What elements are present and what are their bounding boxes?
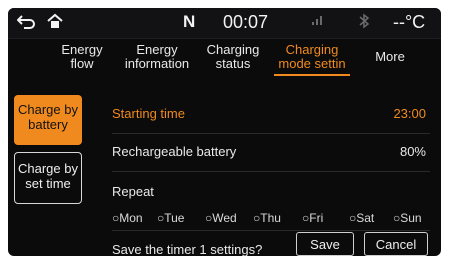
tab-energy-information[interactable]: Energy information [118, 43, 196, 71]
tab-label-line2: information [124, 56, 190, 71]
starting-time-label: Starting time [112, 106, 185, 121]
status-bar: N 00:07 --°C [8, 8, 441, 39]
tab-bar: Energy flow Energy information Charging … [8, 39, 441, 83]
divider [112, 133, 430, 134]
tab-charging-mode-settings[interactable]: Charging mode settin [274, 42, 350, 76]
tab-energy-flow[interactable]: Energy flow [52, 43, 112, 71]
day-option-sat[interactable]: ○Sat [349, 211, 374, 225]
tab-label-line1: Energy [61, 42, 103, 57]
signal-icon [311, 14, 325, 29]
tab-label-line2: flow [70, 56, 94, 71]
rechargeable-battery-row[interactable]: Rechargeable battery 80% [112, 136, 430, 166]
charge-by-set-time-button[interactable]: Charge by set time [14, 152, 82, 204]
bluetooth-icon-svg [359, 13, 370, 29]
back-arrow-icon-svg [16, 15, 35, 29]
tab-more[interactable]: More [366, 50, 414, 64]
day-option-wed[interactable]: ○Wed [205, 211, 237, 225]
charge-by-battery-button[interactable]: Charge by battery [14, 95, 82, 145]
home-icon-svg [47, 13, 63, 28]
tab-label-line2: mode settin [278, 56, 346, 71]
side-label-line2: set time [25, 176, 71, 191]
save-question-text: Save the timer 1 settings? [112, 242, 263, 256]
repeat-label: Repeat [112, 184, 154, 199]
vehicle-screen: N 00:07 --°C Energy flow Energy informat… [8, 8, 441, 256]
active-tab-underline [274, 74, 350, 76]
day-option-sun[interactable]: ○Sun [393, 211, 422, 225]
clock: 00:07 [223, 12, 269, 32]
cancel-button[interactable]: Cancel [364, 232, 428, 256]
save-button[interactable]: Save [296, 232, 354, 256]
tab-charging-status[interactable]: Charging status [202, 43, 264, 71]
home-icon[interactable] [46, 13, 64, 34]
bluetooth-icon [358, 13, 370, 32]
side-label-line1: Charge by [18, 161, 78, 176]
tab-label-line1: Energy [136, 42, 178, 57]
starting-time-value: 23:00 [393, 106, 426, 121]
starting-time-row[interactable]: Starting time 23:00 [112, 98, 430, 128]
day-option-tue[interactable]: ○Tue [157, 211, 184, 225]
tab-label-line1: Charging [285, 42, 339, 57]
day-option-mon[interactable]: ○Mon [112, 211, 143, 225]
day-option-fri[interactable]: ○Fri [302, 211, 323, 225]
day-option-thu[interactable]: ○Thu [253, 211, 281, 225]
tab-label-line2: status [215, 56, 251, 71]
tab-label-line1: Charging [206, 42, 260, 57]
divider [112, 230, 430, 231]
back-arrow-icon[interactable] [16, 13, 35, 34]
side-label-line2: battery [28, 117, 68, 132]
repeat-days: ○Mon ○Tue ○Wed ○Thu ○Fri ○Sat ○Sun [112, 211, 430, 227]
rechargeable-battery-value: 80% [399, 144, 426, 159]
side-label-line1: Charge by [18, 102, 78, 117]
gear-indicator: N [183, 12, 196, 31]
divider [112, 171, 430, 172]
temperature-readout: --°C [393, 12, 426, 32]
signal-icon-svg [312, 16, 322, 25]
tab-label-line1: More [375, 49, 405, 64]
rechargeable-battery-label: Rechargeable battery [112, 144, 237, 159]
